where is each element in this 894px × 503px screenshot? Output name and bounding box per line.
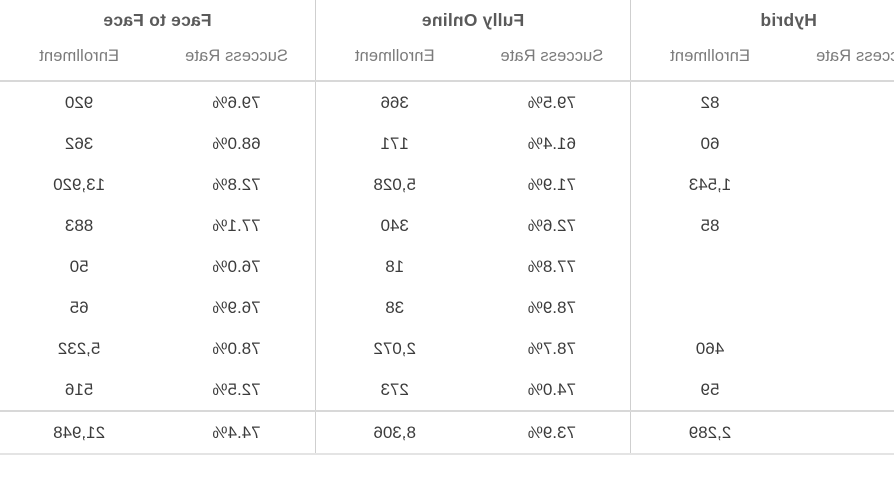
cell-hybrid-enrollment <box>631 246 789 287</box>
cell-f2f-enrollment: 362 <box>64 133 94 153</box>
sub-header-row: Success Rate Enrollment Success Rate Enr… <box>0 45 894 81</box>
table-head: Hybrid Fully Online Face to Face Success… <box>0 0 894 81</box>
cell-online-enrollment: 171 <box>380 133 409 153</box>
table-row: 82 79.5% 366 79.6% 920 <box>0 81 894 123</box>
table-row: 77.8% 18 76.0% 50 <box>0 246 894 287</box>
table-row: 460 78.7% 2,072 78.0% 5,232 <box>0 328 894 369</box>
col-header-f2f-success-rate[interactable]: Success Rate <box>158 45 316 81</box>
cell-f2f-enrollment: 65 <box>69 297 89 317</box>
cell-hybrid-enrollment: 85 <box>700 215 720 235</box>
table-row: 78.9% 38 76.9% 65 <box>0 287 894 328</box>
cell-f2f-success-rate: 76.9% <box>158 287 316 328</box>
cell-online-success-rate: 78.7% <box>473 328 631 369</box>
cell-online-success-rate: 74.0% <box>473 369 631 411</box>
cell-online-enrollment: 8,306 <box>315 411 474 454</box>
cell-online-enrollment: 18 <box>385 256 405 276</box>
cell-f2f-success-rate: 77.1% <box>158 205 316 246</box>
cell-online-success-rate: 78.9% <box>473 287 631 328</box>
cell-hybrid-success-rate <box>789 205 894 246</box>
cell-hybrid-enrollment: 1,543 <box>688 174 732 194</box>
cell-f2f-enrollment: 5,232 <box>57 338 101 358</box>
cell-online-success-rate: 71.9% <box>473 164 631 205</box>
cell-f2f-success-rate: 72.8% <box>158 164 316 205</box>
cell-hybrid-success-rate <box>789 164 894 205</box>
group-header-row: Hybrid Fully Online Face to Face <box>0 0 894 45</box>
cell-hybrid-success-rate <box>789 246 894 287</box>
cell-f2f-enrollment: 920 <box>64 92 94 112</box>
col-header-hybrid-success-rate[interactable]: Success Rate <box>788 45 894 81</box>
cell-f2f-enrollment: 516 <box>64 379 94 399</box>
table-row: 1,543 71.9% 5,028 72.8% 13,920 <box>0 164 894 205</box>
cell-f2f-success-rate: 68.0% <box>158 123 316 164</box>
cell-online-enrollment: 340 <box>380 215 409 235</box>
cell-online-success-rate: 61.4% <box>473 123 631 164</box>
col-header-f2f-enrollment[interactable]: Enrollment <box>0 45 159 81</box>
cell-hybrid-success-rate <box>789 287 894 328</box>
table-row: 59 74.0% 273 72.5% 516 <box>0 369 894 411</box>
group-header-face-to-face: Face to Face <box>0 0 316 45</box>
cell-f2f-enrollment: 21,948 <box>0 411 159 454</box>
cell-online-enrollment: 2,072 <box>373 338 416 358</box>
table-body: 82 79.5% 366 79.6% 920 60 61.4% 171 68.0% 362 1,… <box>0 81 894 454</box>
table-row: 60 61.4% 171 68.0% 362 <box>0 123 894 164</box>
cell-hybrid-success-rate <box>788 411 894 454</box>
cell-online-enrollment: 366 <box>380 92 409 112</box>
table-scroll-region[interactable]: Hybrid Fully Online Face to Face Success… <box>0 0 894 503</box>
mirrored-stage: Hybrid Fully Online Face to Face Success… <box>0 0 894 503</box>
cell-f2f-success-rate: 74.4% <box>158 411 316 454</box>
cell-f2f-enrollment: 13,920 <box>53 174 106 194</box>
cell-online-success-rate: 73.9% <box>473 411 631 454</box>
cell-hybrid-success-rate <box>789 369 894 411</box>
cell-online-success-rate: 72.6% <box>473 205 631 246</box>
group-header-hybrid: Hybrid <box>760 10 817 30</box>
cell-f2f-enrollment: 50 <box>69 256 89 276</box>
col-header-online-success-rate[interactable]: Success Rate <box>473 45 631 81</box>
group-header-fully-online: Fully Online <box>315 0 631 45</box>
cell-hybrid-success-rate <box>789 81 894 123</box>
cell-hybrid-success-rate <box>789 123 894 164</box>
cell-f2f-success-rate: 76.0% <box>158 246 316 287</box>
table-row: 85 72.6% 340 77.1% 883 <box>0 205 894 246</box>
cell-online-success-rate: 77.8% <box>473 246 631 287</box>
cell-hybrid-enrollment: 460 <box>695 338 725 358</box>
cell-hybrid-enrollment: 59 <box>700 379 720 399</box>
cell-hybrid-success-rate <box>789 328 894 369</box>
table-total-row: 2,289 73.9% 8,306 74.4% 21,948 <box>0 411 894 454</box>
cell-online-success-rate: 79.5% <box>473 81 631 123</box>
cell-online-enrollment: 273 <box>380 379 409 399</box>
cell-hybrid-enrollment <box>631 287 789 328</box>
cell-hybrid-enrollment: 82 <box>700 92 720 112</box>
cell-hybrid-enrollment: 2,289 <box>630 411 789 454</box>
cell-f2f-success-rate: 79.6% <box>158 81 316 123</box>
col-header-hybrid-enrollment[interactable]: Enrollment <box>630 45 789 81</box>
cell-f2f-enrollment: 883 <box>64 215 94 235</box>
cell-online-enrollment: 38 <box>385 297 405 317</box>
cell-hybrid-enrollment: 60 <box>700 133 720 153</box>
cell-f2f-success-rate: 78.0% <box>158 328 316 369</box>
course-outcomes-table: Hybrid Fully Online Face to Face Success… <box>0 0 894 455</box>
cell-f2f-success-rate: 72.5% <box>158 369 316 411</box>
col-header-online-enrollment[interactable]: Enrollment <box>315 45 474 81</box>
cell-online-enrollment: 5,028 <box>373 174 416 194</box>
